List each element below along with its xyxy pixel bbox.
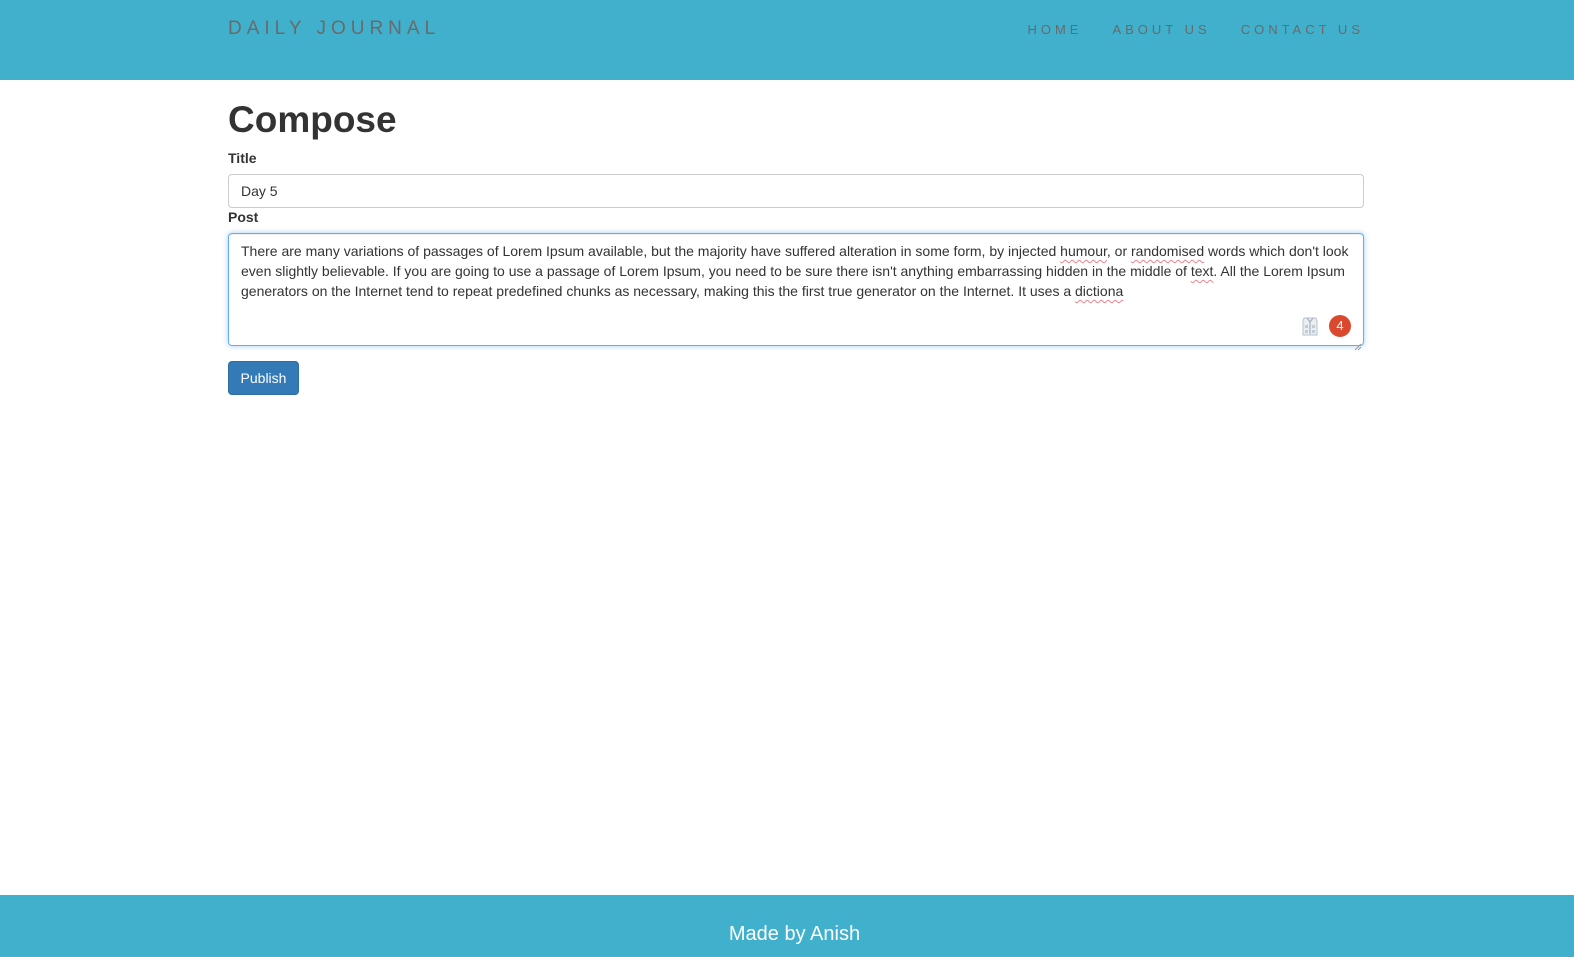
title-label: Title — [228, 150, 257, 166]
nav-link-contact-us[interactable]: CONTACT US — [1241, 22, 1364, 38]
misspelled-word[interactable]: randomised — [1131, 243, 1204, 259]
nav-link-about-us[interactable]: ABOUT US — [1112, 22, 1210, 38]
grammar-checker-icon[interactable] — [1301, 316, 1319, 336]
page-title: Compose — [228, 99, 397, 140]
misspelled-word[interactable]: text — [1191, 263, 1214, 279]
top-navbar: DAILY JOURNAL HOME ABOUT US CONTACT US — [0, 0, 1574, 80]
resize-handle-icon[interactable] — [1354, 336, 1362, 351]
title-input[interactable] — [228, 174, 1364, 208]
footer: Made by Anish — [0, 895, 1574, 957]
publish-button[interactable]: Publish — [228, 361, 299, 395]
footer-credit: Made by Anish — [728, 923, 861, 945]
misspelled-word[interactable]: dictiona — [1075, 283, 1123, 299]
post-label: Post — [228, 209, 259, 225]
post-text-segment: , or — [1106, 243, 1131, 259]
post-text-segment: There are many variations of passages of… — [241, 243, 1061, 259]
brand-link[interactable]: DAILY JOURNAL — [228, 18, 440, 40]
nav-link-home[interactable]: HOME — [1027, 22, 1082, 38]
nav-links: HOME ABOUT US CONTACT US — [1027, 22, 1364, 38]
misspelled-word[interactable]: humour — [1060, 243, 1107, 259]
grammar-issue-count-badge[interactable]: 4 — [1329, 315, 1351, 337]
post-textarea[interactable]: There are many variations of passages of… — [228, 233, 1364, 351]
